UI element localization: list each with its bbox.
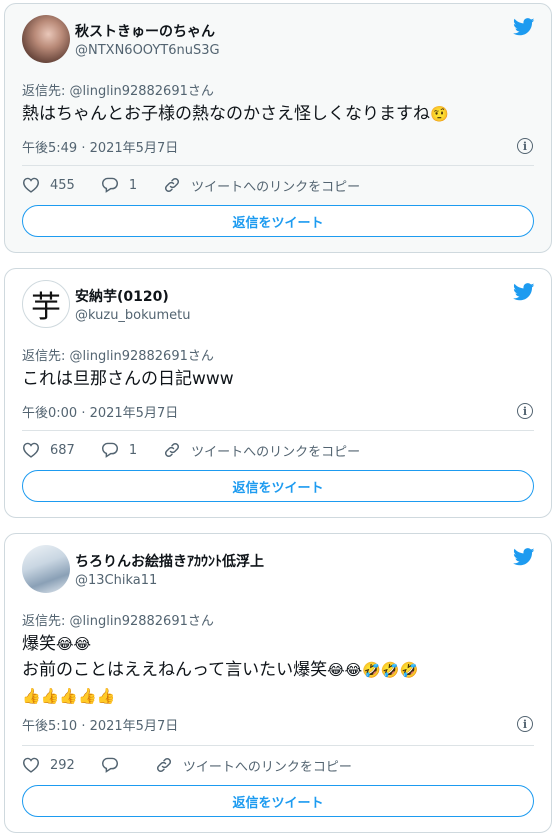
tweet-text: 熱はちゃんとお子様の熱なのかさえ怪しくなりますね🤨 bbox=[22, 101, 449, 127]
link-icon bbox=[165, 177, 180, 193]
timestamp[interactable]: 午後5:49 · 2021年5月7日 bbox=[22, 137, 178, 156]
info-icon[interactable]: i bbox=[517, 138, 533, 154]
twitter-bird-icon[interactable] bbox=[513, 18, 535, 36]
info-icon[interactable]: i bbox=[517, 716, 533, 732]
action-bar: 455 1 ツイートへのリンクをコピー bbox=[22, 175, 386, 195]
emoji: 👍👍👍👍👍 bbox=[22, 687, 116, 705]
timestamp[interactable]: 午後0:00 · 2021年5月7日 bbox=[22, 402, 178, 421]
copy-link-label: ツイートへのリンクをコピー bbox=[191, 179, 361, 195]
user-handle[interactable]: @kuzu_bokumetu bbox=[75, 308, 191, 323]
reply-tweet-button[interactable]: 返信をツイート bbox=[22, 785, 534, 817]
like-count: 455 bbox=[50, 177, 75, 193]
link-icon bbox=[165, 442, 180, 458]
like-count: 292 bbox=[50, 757, 75, 773]
tweet-text-segment: 爆笑 bbox=[22, 634, 56, 654]
tweet-card[interactable]: ちろりんお絵描きｱｶｳﾝﾄ低浮上 @13Chika11 返信先: @lingli… bbox=[4, 533, 552, 833]
reply-to[interactable]: 返信先: @linglin92882691さん bbox=[22, 80, 214, 99]
reply-tweet-button[interactable]: 返信をツイート bbox=[22, 205, 534, 237]
emoji: 😂😂 bbox=[56, 635, 92, 653]
reply-bubble-icon bbox=[101, 442, 118, 458]
emoji: 😂😂🤣🤣🤣 bbox=[327, 661, 419, 679]
heart-icon bbox=[22, 177, 40, 193]
reply-tweet-button[interactable]: 返信をツイート bbox=[22, 470, 534, 502]
link-icon bbox=[156, 757, 171, 773]
tweet-text-line: 爆笑😂😂 bbox=[22, 631, 418, 657]
like-button[interactable]: 687 bbox=[22, 442, 75, 458]
reply-count-button[interactable]: 1 bbox=[101, 442, 137, 458]
divider bbox=[22, 165, 534, 166]
reply-bubble-icon bbox=[101, 757, 118, 773]
tweet-card[interactable]: 秋ストきゅーのちゃん @NTXN6OOYT6nuS3G 返信先: @lingli… bbox=[4, 3, 552, 253]
reply-to[interactable]: 返信先: @linglin92882691さん bbox=[22, 610, 214, 629]
reply-count: 1 bbox=[128, 177, 138, 193]
divider bbox=[22, 745, 534, 746]
copy-link-button[interactable]: ツイートへのリンクをコピー bbox=[163, 441, 360, 460]
emoji: 🤨 bbox=[430, 105, 449, 123]
tweet-text: 爆笑😂😂 お前のことはええねんって言いたい爆笑😂😂🤣🤣🤣 👍👍👍👍👍 bbox=[22, 631, 418, 709]
twitter-bird-icon[interactable] bbox=[513, 283, 535, 301]
tweet-text-line: これは旦那さんの日記www bbox=[22, 369, 234, 389]
tweet-text-segment: お前のことはええねんって言いたい爆笑 bbox=[22, 660, 328, 680]
like-count: 687 bbox=[50, 442, 75, 458]
copy-link-label: ツイートへのリンクをコピー bbox=[182, 759, 352, 775]
avatar[interactable]: 芋 bbox=[22, 280, 70, 328]
heart-icon bbox=[22, 442, 40, 458]
copy-link-button[interactable]: ツイートへのリンクをコピー bbox=[163, 176, 360, 195]
user-handle[interactable]: @NTXN6OOYT6nuS3G bbox=[75, 43, 220, 58]
user-handle[interactable]: @13Chika11 bbox=[75, 573, 157, 588]
reply-count-button[interactable]: 1 bbox=[101, 177, 137, 193]
reply-count-button[interactable] bbox=[101, 757, 129, 773]
reply-count: 1 bbox=[128, 442, 138, 458]
like-button[interactable]: 292 bbox=[22, 757, 75, 773]
action-bar: 687 1 ツイートへのリンクをコピー bbox=[22, 440, 386, 460]
tweet-text-line: 👍👍👍👍👍 bbox=[22, 683, 418, 709]
avatar[interactable] bbox=[22, 15, 70, 63]
reply-bubble-icon bbox=[101, 177, 118, 193]
display-name[interactable]: 秋ストきゅーのちゃん bbox=[75, 21, 215, 41]
tweet-text: これは旦那さんの日記www bbox=[22, 366, 234, 392]
avatar[interactable] bbox=[22, 545, 70, 593]
info-icon[interactable]: i bbox=[517, 403, 533, 419]
copy-link-button[interactable]: ツイートへのリンクをコピー bbox=[155, 756, 352, 775]
tweet-text-line: 熱はちゃんとお子様の熱なのかさえ怪しくなりますね bbox=[22, 104, 430, 124]
action-bar: 292 ツイートへのリンクをコピー bbox=[22, 755, 378, 775]
reply-to[interactable]: 返信先: @linglin92882691さん bbox=[22, 345, 214, 364]
twitter-bird-icon[interactable] bbox=[513, 548, 535, 566]
display-name[interactable]: ちろりんお絵描きｱｶｳﾝﾄ低浮上 bbox=[75, 551, 264, 571]
timestamp[interactable]: 午後5:10 · 2021年5月7日 bbox=[22, 715, 178, 734]
display-name[interactable]: 安納芋(0120) bbox=[75, 286, 169, 306]
like-button[interactable]: 455 bbox=[22, 177, 75, 193]
tweet-text-line: お前のことはええねんって言いたい爆笑😂😂🤣🤣🤣 bbox=[22, 657, 418, 683]
heart-icon bbox=[22, 757, 40, 773]
copy-link-label: ツイートへのリンクをコピー bbox=[191, 444, 361, 460]
tweet-card[interactable]: 芋 安納芋(0120) @kuzu_bokumetu 返信先: @linglin… bbox=[4, 268, 552, 518]
divider bbox=[22, 430, 534, 431]
